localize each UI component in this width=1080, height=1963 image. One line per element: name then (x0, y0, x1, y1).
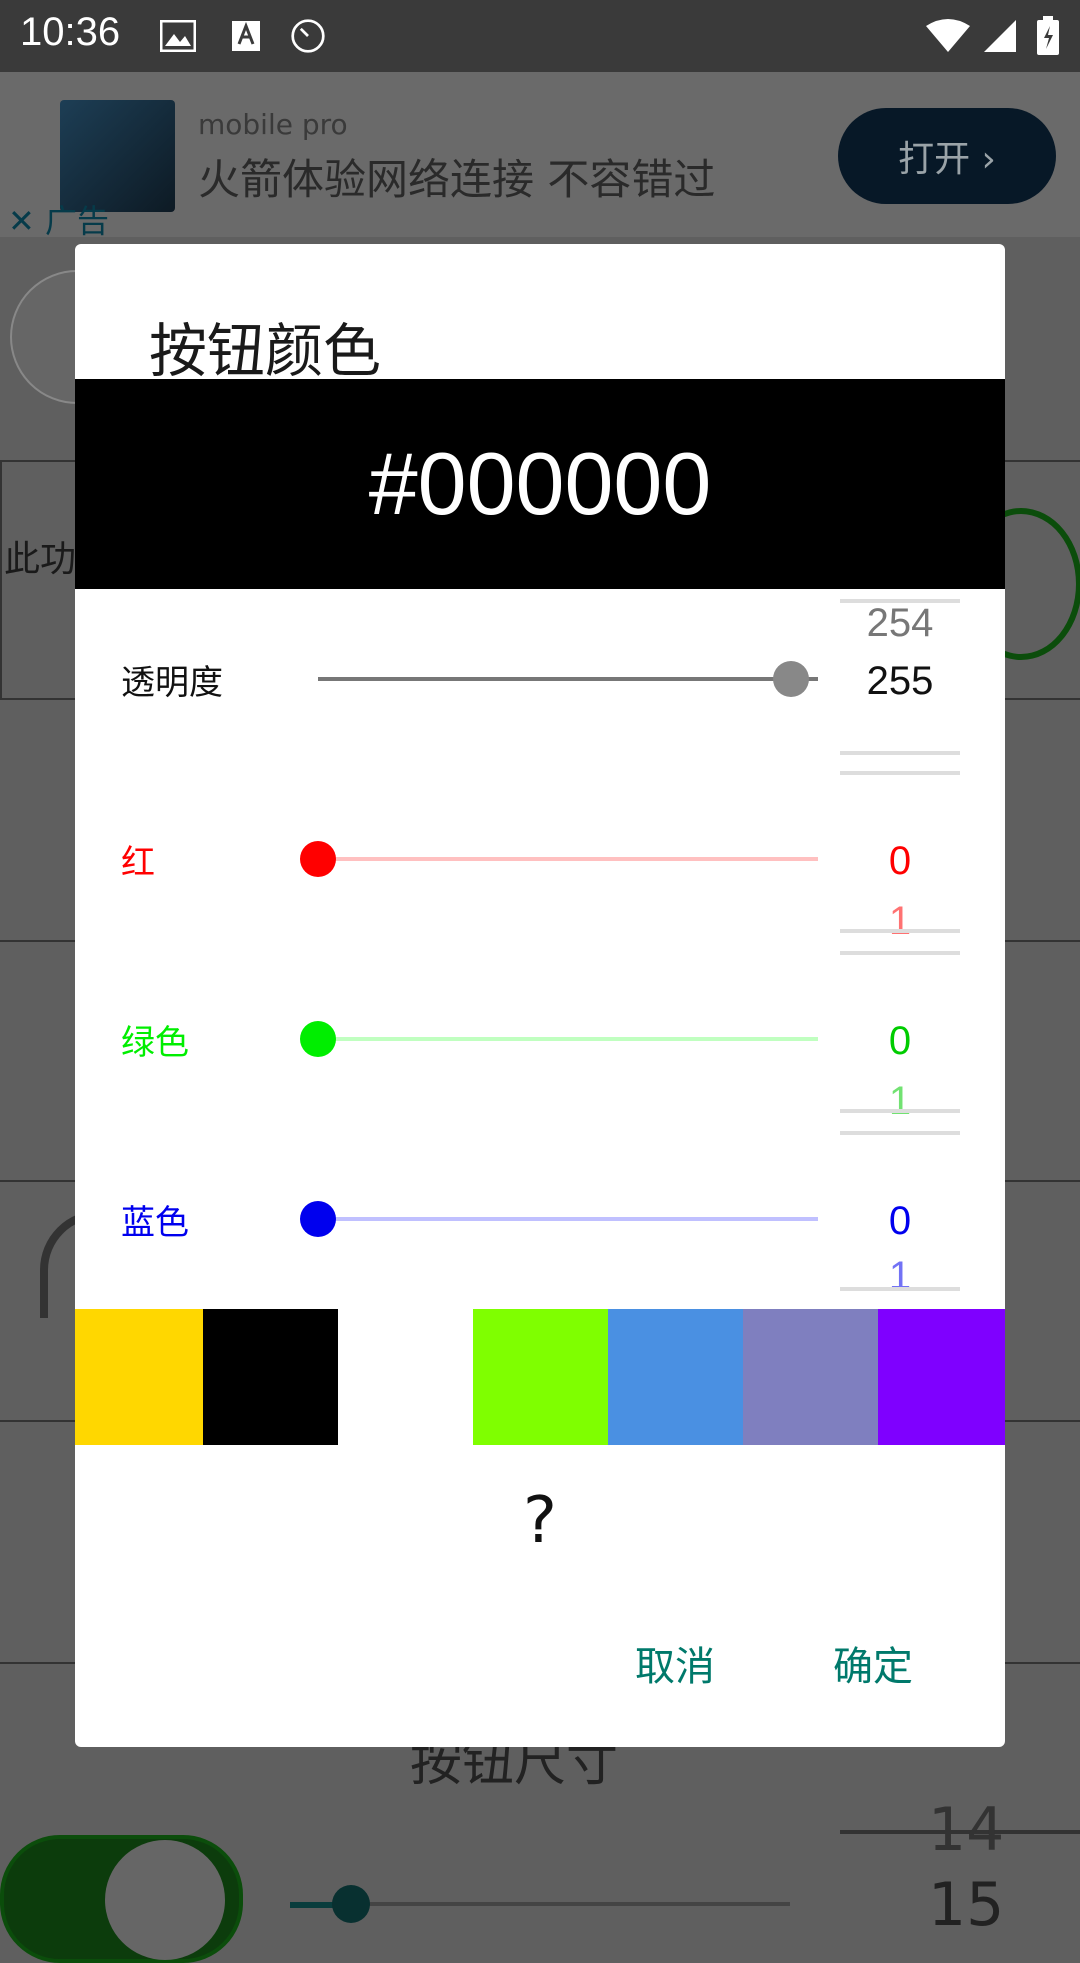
blue-picker-next: 1 (888, 1254, 912, 1298)
bg-side-text: 此功 (4, 539, 77, 580)
color-picker-dialog: 按钮颜色 #000000 透明度 254 255 红 0 1 绿色 0 1 蓝色 (75, 244, 1005, 1747)
picker-divider (840, 951, 960, 955)
image-notification-icon (160, 18, 196, 54)
signal-icon (980, 18, 1020, 54)
red-slider-thumb[interactable] (300, 841, 336, 877)
green-slider-track[interactable] (318, 1037, 818, 1041)
wifi-icon (924, 18, 972, 54)
battery-icon (1034, 16, 1062, 55)
alpha-label: 透明度 (121, 662, 223, 703)
ad-close-button[interactable]: ✕ 广告 (8, 196, 109, 242)
ad-title: 火箭体验网络连接 不容错过 (198, 155, 716, 204)
swatch-lavender[interactable] (743, 1309, 878, 1445)
swatch-violet[interactable] (878, 1309, 1005, 1445)
bg-picker-prev: 14 (928, 1795, 1005, 1865)
ad-brand: mobile pro (198, 108, 348, 141)
cancel-button[interactable]: 取消 (635, 1634, 715, 1692)
status-bar: 10:36 (0, 0, 1080, 72)
green-picker-value[interactable]: 0 (840, 1019, 960, 1064)
picker-divider (840, 1287, 960, 1291)
picker-divider (840, 1109, 960, 1113)
bg-toggle-knob (105, 1840, 225, 1960)
blue-row: 蓝色 0 1 (75, 1129, 1005, 1309)
green-slider-thumb[interactable] (300, 1021, 336, 1057)
picker-divider (840, 771, 960, 775)
red-slider-track[interactable] (318, 857, 818, 861)
alpha-picker-value[interactable]: 255 (840, 659, 960, 704)
red-row: 红 0 1 (75, 769, 1005, 949)
swatch-black[interactable] (203, 1309, 338, 1445)
help-mark[interactable]: ? (75, 1484, 1005, 1558)
hex-value: #000000 (368, 434, 712, 533)
green-picker-next: 1 (888, 1079, 912, 1123)
swatch-gold[interactable] (75, 1309, 203, 1445)
status-time: 10:36 (20, 10, 121, 54)
green-row: 绿色 0 1 (75, 949, 1005, 1129)
picker-divider (840, 751, 960, 755)
dialog-title: 按钮颜色 (149, 317, 382, 385)
color-preview: #000000 (75, 379, 1005, 589)
clock-notification-icon (290, 18, 326, 54)
swatch-chartreuse[interactable] (473, 1309, 608, 1445)
bg-slider-thumb[interactable] (332, 1885, 370, 1923)
swatch-blue[interactable] (608, 1309, 743, 1445)
alpha-picker-prev: 254 (866, 601, 934, 645)
green-label: 绿色 (121, 1022, 189, 1063)
blue-slider-track[interactable] (318, 1217, 818, 1221)
bg-picker-current: 15 (928, 1870, 1005, 1940)
text-notification-icon (228, 18, 264, 54)
color-swatches (75, 1309, 1005, 1445)
red-picker-value[interactable]: 0 (840, 839, 960, 884)
red-picker-next: 1 (888, 899, 912, 943)
alpha-slider-thumb[interactable] (773, 661, 809, 697)
blue-label: 蓝色 (121, 1202, 189, 1243)
alpha-slider-track[interactable] (318, 677, 818, 681)
picker-divider (840, 929, 960, 933)
picker-divider (840, 1131, 960, 1135)
blue-picker-value[interactable]: 0 (840, 1199, 960, 1244)
swatch-white[interactable] (338, 1309, 473, 1445)
blue-slider-thumb[interactable] (300, 1201, 336, 1237)
red-label: 红 (121, 842, 155, 883)
ok-button[interactable]: 确定 (833, 1634, 913, 1692)
ad-open-button[interactable]: 打开 › (838, 108, 1056, 204)
divider (0, 460, 2, 698)
alpha-row: 透明度 254 255 (75, 589, 1005, 769)
